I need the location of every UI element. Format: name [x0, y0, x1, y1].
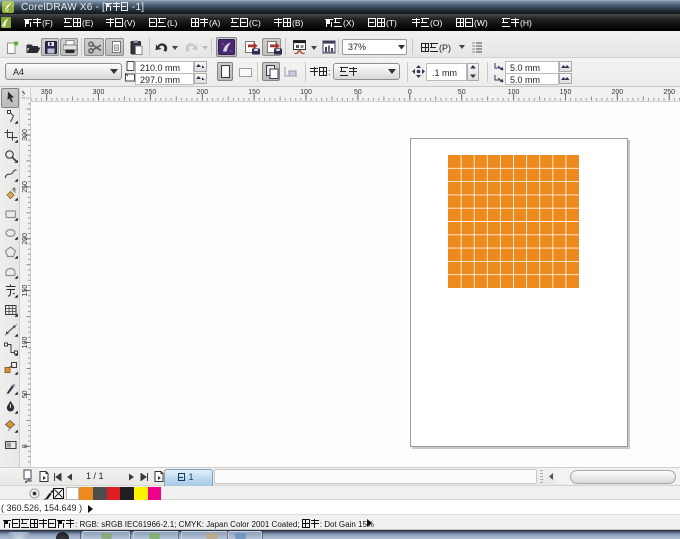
svg-text:50: 50: [458, 89, 466, 96]
svg-text:150: 150: [248, 89, 260, 96]
svg-text:100: 100: [22, 337, 29, 349]
svg-text:150: 150: [560, 89, 572, 96]
svg-text:0: 0: [22, 444, 29, 448]
svg-text:200: 200: [611, 89, 623, 96]
svg-text:100: 100: [508, 89, 520, 96]
svg-text:50: 50: [354, 89, 362, 96]
svg-text:150: 150: [22, 285, 29, 297]
svg-text:100: 100: [300, 89, 312, 96]
svg-text:250: 250: [145, 89, 157, 96]
svg-text:50: 50: [22, 390, 29, 398]
svg-text:250: 250: [663, 89, 675, 96]
svg-text:350: 350: [41, 89, 53, 96]
svg-text:0: 0: [408, 89, 412, 96]
svg-text:200: 200: [22, 233, 29, 245]
svg-text:300: 300: [93, 89, 105, 96]
svg-text:250: 250: [22, 181, 29, 193]
svg-text:300: 300: [22, 129, 29, 141]
svg-text:200: 200: [196, 89, 208, 96]
